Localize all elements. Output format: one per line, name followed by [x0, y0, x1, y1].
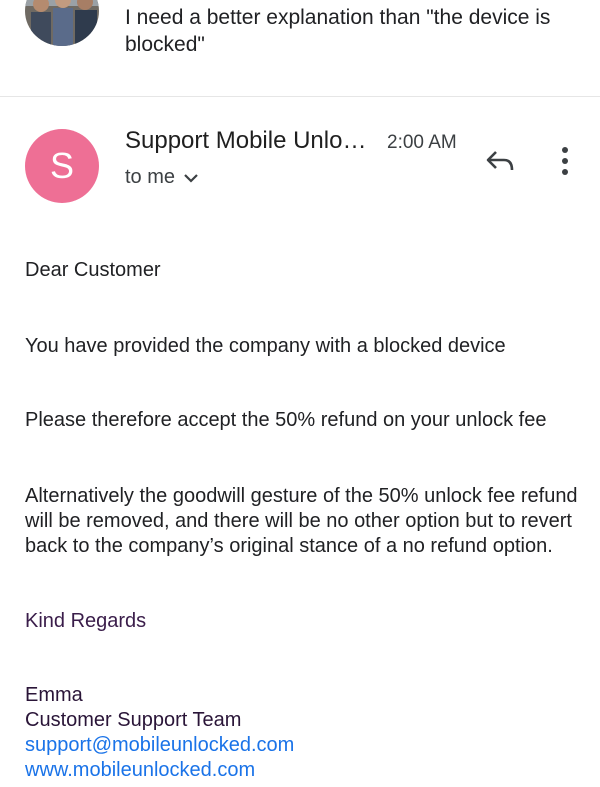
recipient-label: to me	[125, 166, 176, 188]
sender-name[interactable]: Support Mobile Unlo…	[125, 127, 366, 155]
previous-message-snippet: I need a better explanation than "the de…	[125, 6, 551, 56]
signature-name: Emma	[25, 684, 83, 706]
chevron-down-icon	[184, 173, 198, 183]
timestamp: 2:00 AM	[387, 132, 457, 153]
website-link[interactable]: www.mobileunlocked.com	[25, 758, 294, 783]
recipient-details-toggle[interactable]: to me	[125, 166, 199, 189]
group-photo-avatar	[25, 0, 99, 46]
signature: Emma Customer Support Team support@mobil…	[25, 683, 294, 783]
previous-message[interactable]: I need a better explanation than "the de…	[0, 0, 600, 97]
body-paragraph-2: Please therefore accept the 50% refund o…	[25, 409, 547, 431]
closing: Kind Regards	[25, 610, 147, 632]
signature-team: Customer Support Team	[25, 709, 242, 731]
greeting: Dear Customer	[25, 259, 161, 281]
body-paragraph-1: You have provided the company with a blo…	[25, 335, 506, 357]
reply-icon[interactable]	[484, 146, 516, 176]
body-paragraph-3: Alternatively the goodwill gesture of th…	[25, 485, 578, 557]
more-vert-icon[interactable]	[556, 145, 574, 177]
sender-avatar[interactable]: S	[25, 129, 99, 203]
support-email-link[interactable]: support@mobileunlocked.com	[25, 733, 294, 758]
